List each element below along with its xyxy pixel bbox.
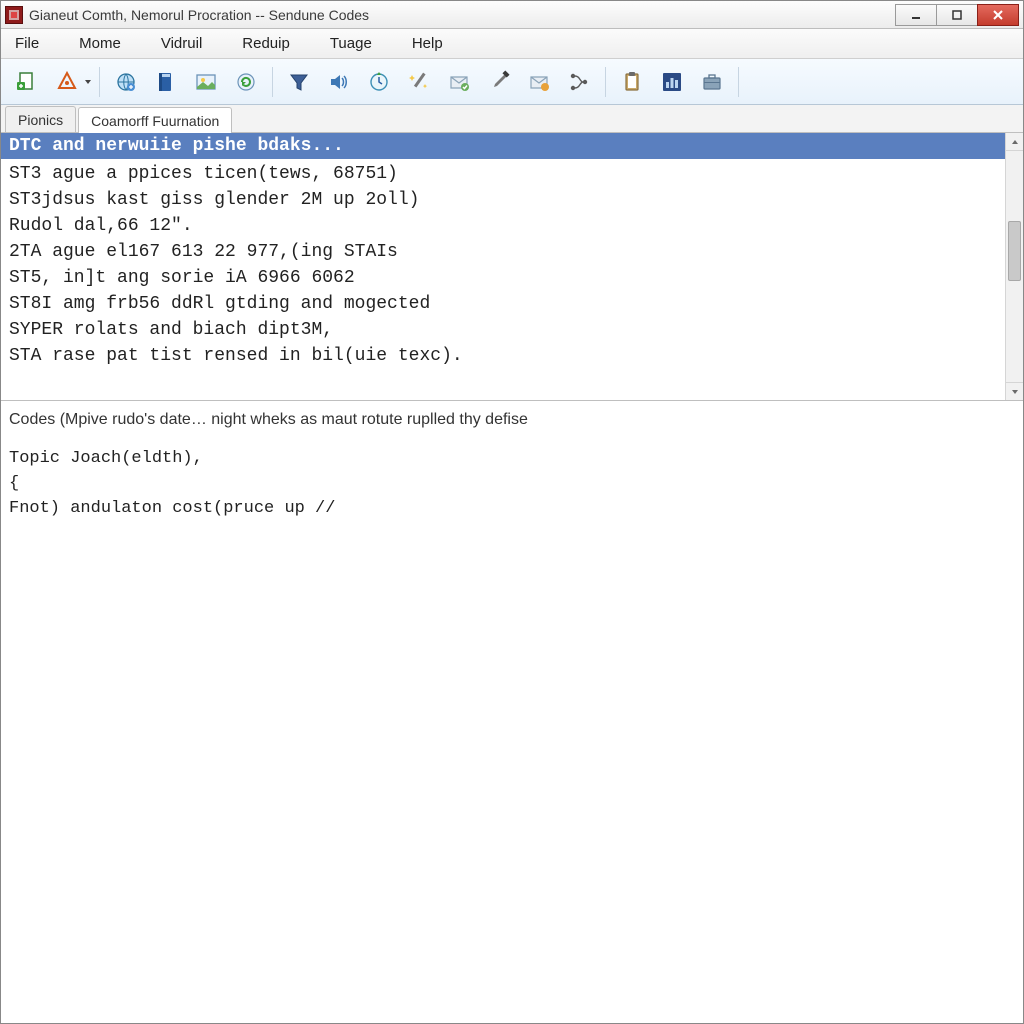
lower-status-line: Codes (Mpive rudo's date… night wheks as… [9, 407, 1015, 432]
brush-icon[interactable] [482, 65, 516, 99]
branch-icon[interactable] [562, 65, 596, 99]
arrow-refresh-icon[interactable] [229, 65, 263, 99]
upper-pane: DTC and nerwuiie pishe bdaks... ST3 ague… [1, 133, 1023, 401]
maximize-button[interactable] [936, 4, 978, 26]
scroll-track[interactable] [1006, 151, 1023, 382]
code-line: ST5, in]t ang sorie iA 6966 6062 [9, 265, 997, 291]
code-line: SYPER rolats and biach dipt3M, [9, 317, 997, 343]
menu-vidruil[interactable]: Vidruil [155, 31, 208, 56]
toolbar [1, 59, 1023, 105]
code-line: STA rase pat tist rensed in bil(uie texc… [9, 343, 997, 369]
mail-clean-icon[interactable] [442, 65, 476, 99]
scroll-down-icon[interactable] [1006, 382, 1023, 400]
code-line: ST3 ague a ppices ticen(tews, 68751) [9, 161, 997, 187]
toolbar-separator [99, 67, 100, 97]
app-window: Gianeut Comth, Nemorul Procration -- Sen… [0, 0, 1024, 1024]
app-icon [5, 6, 23, 24]
upper-content[interactable]: DTC and nerwuiie pishe bdaks... ST3 ague… [1, 133, 1005, 400]
close-button[interactable] [977, 4, 1019, 26]
scroll-up-icon[interactable] [1006, 133, 1023, 151]
mail-flag-icon[interactable] [522, 65, 556, 99]
code-line: ST8I amg frb56 ddRl gtding and mogected [9, 291, 997, 317]
window-title: Gianeut Comth, Nemorul Procration -- Sen… [29, 7, 369, 23]
picture-icon[interactable] [189, 65, 223, 99]
lower-pane[interactable]: Codes (Mpive rudo's date… night wheks as… [1, 401, 1023, 1023]
menu-file[interactable]: File [9, 31, 45, 56]
menu-reduip[interactable]: Reduip [236, 31, 296, 56]
toolbar-separator [738, 67, 739, 97]
code-line: ST3jdsus kast giss glender 2M up 2oll) [9, 187, 997, 213]
chart-icon[interactable] [655, 65, 689, 99]
menu-mome[interactable]: Mome [73, 31, 127, 56]
globe-icon[interactable] [109, 65, 143, 99]
vertical-scrollbar[interactable] [1005, 133, 1023, 400]
tabstrip: Pionics Coamorff Fuurnation [1, 105, 1023, 133]
menubar: File Mome Vidruil Reduip Tuage Help [1, 29, 1023, 59]
new-doc-icon[interactable] [10, 65, 44, 99]
code-line: Topic Joach(eldth), [9, 446, 1015, 471]
book-icon[interactable] [149, 65, 183, 99]
dropdown-icon[interactable] [83, 78, 93, 86]
code-line: 2TA ague el167 613 22 977,(ing STAIs [9, 239, 997, 265]
clipboard-icon[interactable] [615, 65, 649, 99]
funnel-icon[interactable] [282, 65, 316, 99]
window-buttons [896, 4, 1019, 26]
minimize-button[interactable] [895, 4, 937, 26]
speaker-icon[interactable] [322, 65, 356, 99]
menu-help[interactable]: Help [406, 31, 449, 56]
clock-icon[interactable] [362, 65, 396, 99]
tab-pionics[interactable]: Pionics [5, 106, 76, 132]
shape-icon[interactable] [50, 65, 84, 99]
toolbar-separator [605, 67, 606, 97]
code-line: Fnot) andulaton cost(pruce up // [9, 496, 1015, 521]
wand-icon[interactable] [402, 65, 436, 99]
upper-header: DTC and nerwuiie pishe bdaks... [1, 133, 1005, 159]
code-line: Rudol dal,66 12". [9, 213, 997, 239]
tab-coamorff[interactable]: Coamorff Fuurnation [78, 107, 232, 133]
upper-lines: ST3 ague a ppices ticen(tews, 68751) ST3… [1, 159, 1005, 371]
menu-tuage[interactable]: Tuage [324, 31, 378, 56]
titlebar: Gianeut Comth, Nemorul Procration -- Sen… [1, 1, 1023, 29]
code-line: { [9, 471, 1015, 496]
briefcase-icon[interactable] [695, 65, 729, 99]
toolbar-separator [272, 67, 273, 97]
scroll-thumb[interactable] [1008, 221, 1021, 281]
